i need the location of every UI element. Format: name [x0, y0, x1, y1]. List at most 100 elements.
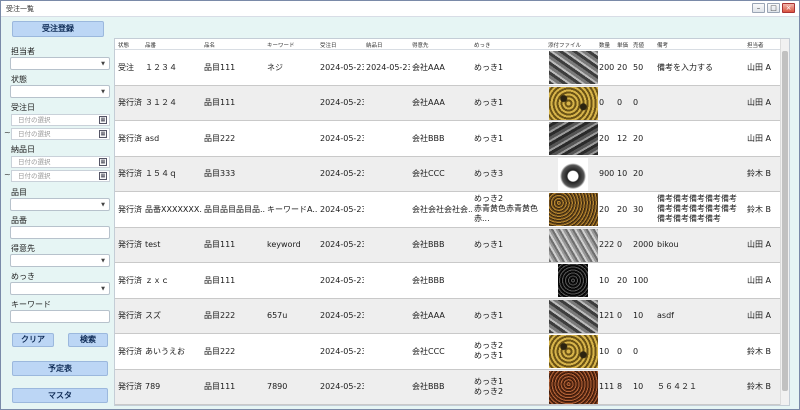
delivery-date-to[interactable]: 日付の選択 ▦: [11, 170, 110, 182]
header-order-date[interactable]: 受注日: [320, 41, 337, 49]
cell-qty: 10: [599, 275, 610, 285]
close-icon[interactable]: ×: [782, 3, 795, 13]
cell-delivery-date: [366, 263, 410, 298]
header-plating[interactable]: めっき: [474, 41, 491, 49]
calendar-icon[interactable]: ▦: [99, 158, 107, 166]
attachment-thumbnail[interactable]: [549, 228, 598, 262]
vertical-scrollbar[interactable]: [780, 39, 789, 405]
cell-tanto: 山田 A: [747, 311, 772, 321]
cell-note: 備考備考備考備考備考 備考備考備考備考備考 備考備考備考備考: [657, 194, 737, 224]
cell-order-date: 2024-05-23: [320, 311, 364, 321]
table-row[interactable]: 受注 １２３４ 品目111 ネジ 2024-05-23 2024-05-23 会社AAA めっ…: [115, 50, 789, 86]
table-row[interactable]: 発行済 789 品目111 7890 2024-05-23 会社BBB めっき1 めっき2 1…: [115, 369, 789, 405]
keyword-input[interactable]: [10, 310, 110, 323]
header-name[interactable]: 品名: [204, 41, 215, 49]
attachment-thumbnail[interactable]: [549, 370, 598, 404]
table-row[interactable]: 発行済 ３１２４ 品目111 2024-05-23 会社AAA めっき1 0 0 0 山田 A: [115, 85, 789, 121]
attachment-thumbnail[interactable]: [549, 299, 598, 333]
clear-button[interactable]: クリア: [12, 333, 54, 347]
cell-part-no: １２３４: [145, 62, 177, 72]
grid-header: 状態 品番 品名 キーワード 受注日 納品日 得意先 めっき 添付ファイル 数量 単価 売値 備考 担当者: [115, 39, 789, 50]
cell-status: 発行済: [118, 275, 142, 285]
tanto-select[interactable]: ▼: [10, 57, 110, 70]
table-row[interactable]: 発行済 あいうえお 品目222 2024-05-23 会社CCC めっき2 めっき1 10 0…: [115, 334, 789, 370]
cell-customer: 会社AAA: [412, 62, 445, 72]
cell-keyword: ネジ: [267, 62, 283, 72]
attachment-thumbnail[interactable]: [549, 335, 598, 368]
cell-qty: 222: [599, 240, 615, 250]
table-row[interactable]: 発行済 ｚｘｃ 品目111 2024-05-23 会社BBB 10 20 100 山田 A: [115, 263, 789, 299]
cell-order-date: 2024-05-23: [320, 382, 364, 392]
header-delivery-date[interactable]: 納品日: [366, 41, 383, 49]
cell-status: 発行済: [118, 133, 142, 143]
order-date-to[interactable]: 日付の選択 ▦: [11, 128, 110, 140]
header-note[interactable]: 備考: [657, 41, 668, 49]
header-customer[interactable]: 得意先: [412, 41, 429, 49]
table-row[interactable]: 発行済 １５４ｑ 品目333 2024-05-23 会社CCC めっき3 900 10 20 鈴木…: [115, 156, 789, 192]
cell-note: 備考を入力する: [657, 62, 713, 72]
cell-price: 10: [633, 382, 644, 392]
cell-qty: 900: [599, 169, 615, 179]
calendar-icon[interactable]: ▦: [99, 116, 107, 124]
cell-plating: めっき2 赤青黄色赤青黄色赤...: [474, 194, 538, 224]
master-button[interactable]: マスタ: [12, 388, 108, 403]
plating-select[interactable]: ▼: [10, 282, 110, 295]
cell-qty: 10: [599, 346, 610, 356]
table-row[interactable]: 発行済 スズ 品目222 657u 2024-05-23 会社AAA めっき1 121 0 10 a…: [115, 298, 789, 334]
cell-tanto: 山田 A: [747, 240, 772, 250]
date-placeholder: 日付の選択: [18, 158, 51, 166]
cell-delivery-date: [366, 121, 410, 156]
range-tilde: ~: [4, 128, 11, 137]
cell-keyword: [267, 86, 318, 121]
attachment-thumbnail[interactable]: [558, 157, 588, 191]
cell-unit-price: 10: [617, 169, 628, 179]
attachment-thumbnail[interactable]: [558, 264, 588, 297]
header-status[interactable]: 状態: [118, 41, 129, 49]
attachment-thumbnail[interactable]: [549, 51, 598, 84]
cell-qty: 121: [599, 311, 615, 321]
range-tilde: ~: [4, 170, 11, 179]
header-qty[interactable]: 数量: [599, 41, 610, 49]
cell-name: 品目222: [204, 346, 236, 356]
header-tanto[interactable]: 担当者: [747, 41, 764, 49]
cell-note: ５６４２１: [657, 382, 697, 392]
order-register-button[interactable]: 受注登録: [12, 21, 104, 37]
calendar-icon[interactable]: ▦: [99, 172, 107, 180]
cell-customer: 会社CCC: [412, 169, 445, 179]
item-select[interactable]: ▼: [10, 198, 110, 211]
header-unit-price[interactable]: 単価: [617, 41, 628, 49]
minimize-icon[interactable]: –: [752, 3, 765, 13]
attachment-thumbnail[interactable]: [549, 193, 598, 226]
schedule-button[interactable]: 予定表: [12, 361, 108, 376]
attachment-thumbnail[interactable]: [549, 86, 598, 120]
cell-delivery-date: [366, 334, 410, 369]
header-price[interactable]: 売値: [633, 41, 644, 49]
header-keyword[interactable]: キーワード: [267, 41, 295, 49]
cell-price: 100: [633, 275, 649, 285]
table-row[interactable]: 発行済 品番XXXXXXX... 品目品目品目品... キーワードA... 2024-0…: [115, 192, 789, 228]
status-select[interactable]: ▼: [10, 85, 110, 98]
app-window: 受注一覧 – □ × 受注登録 担当者 ▼ 状態 ▼ 受注日 日付の選択 ▦ ~ …: [0, 0, 800, 410]
search-button[interactable]: 検索: [68, 333, 108, 347]
order-date-from[interactable]: 日付の選択 ▦: [11, 114, 110, 126]
table-row[interactable]: 発行済 asd 品目222 2024-05-23 会社BBB めっき1 20 12 20 山田 A: [115, 121, 789, 157]
header-attachment[interactable]: 添付ファイル: [548, 41, 581, 49]
cell-name: 品目111: [204, 382, 236, 392]
order-grid[interactable]: 状態 品番 品名 キーワード 受注日 納品日 得意先 めっき 添付ファイル 数量 単価 売値 備考 担当者…: [114, 38, 790, 406]
header-part-no[interactable]: 品番: [145, 41, 156, 49]
cell-qty: 20: [599, 133, 610, 143]
maximize-icon[interactable]: □: [767, 3, 780, 13]
cell-unit-price: 20: [617, 62, 628, 72]
customer-select[interactable]: ▼: [10, 254, 110, 267]
table-row[interactable]: 発行済 test 品目111 keyword 2024-05-23 会社BBB めっき1 22…: [115, 227, 789, 263]
customer-label: 得意先: [11, 244, 35, 253]
calendar-icon[interactable]: ▦: [99, 130, 107, 138]
delivery-date-from[interactable]: 日付の選択 ▦: [11, 156, 110, 168]
search-panel: 受注登録 担当者 ▼ 状態 ▼ 受注日 日付の選択 ▦ ~ 日付の選択 ▦ 納品日 …: [4, 21, 112, 406]
tanto-label: 担当者: [11, 47, 35, 56]
scrollbar-thumb[interactable]: [782, 51, 788, 391]
cell-qty: 200: [599, 62, 615, 72]
part-no-input[interactable]: [10, 226, 110, 239]
attachment-thumbnail[interactable]: [549, 122, 598, 155]
cell-keyword: 657u: [267, 311, 288, 321]
